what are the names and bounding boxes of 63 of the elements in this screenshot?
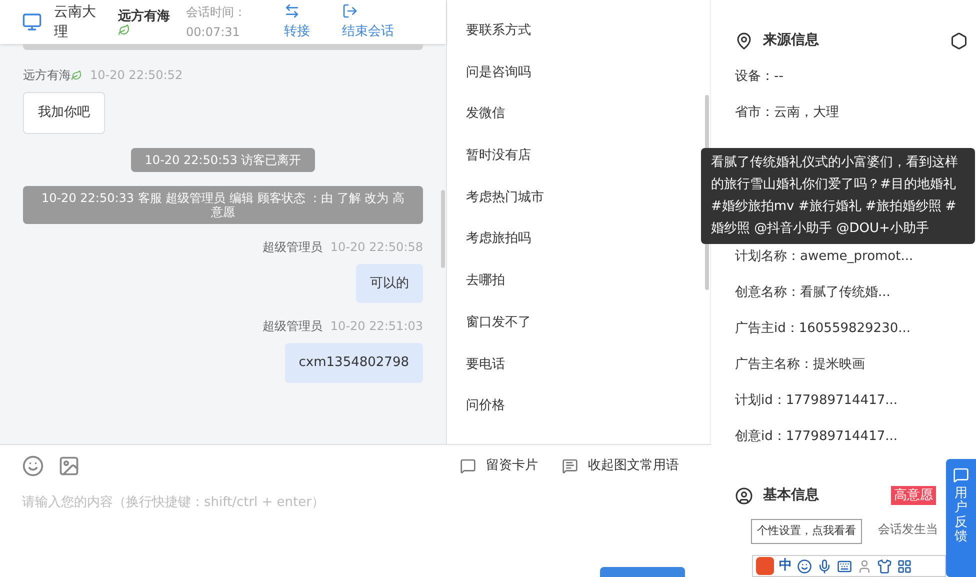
info-row-text: 设备：--	[735, 68, 784, 86]
info-row-text: 省市：云南，大理	[735, 104, 840, 122]
comment-text-icon	[562, 458, 578, 474]
info-row-text: 创意id：177989714417...	[735, 428, 899, 446]
visitor-location: 云南大理	[54, 3, 97, 42]
feedback-button[interactable]: 用户反馈	[946, 459, 976, 577]
tooltip: 看腻了传统婚礼仪式的小富婆们，看到这样的旅行雪山婚礼你们爱了吗？#目的地婚礼 #婚纱旅拍mv #旅行婚礼 #旅拍婚纱照 #婚纱照 @抖音小助手 @DOU+小助手	[701, 148, 975, 244]
keyboard-icon[interactable]	[837, 558, 852, 574]
quick-phrase[interactable]: 问价格	[466, 395, 710, 437]
system-notice: 10-20 22:50:33 客服 超级管理员 编辑 顾客状态 ：由 了解 改为 高意愿	[23, 186, 423, 224]
timer-value: 00:07:31	[186, 24, 241, 41]
user-circle-icon	[735, 486, 753, 504]
message-time: 10-20 22:50:52	[90, 67, 183, 84]
info-row-text: 广告主名称：提米映画	[735, 356, 866, 374]
emoji-icon[interactable]	[22, 455, 44, 477]
monitor-icon	[22, 12, 42, 32]
hexagon-icon[interactable]	[950, 32, 968, 50]
message-bubble: 我加你吧	[23, 92, 105, 134]
info-row-text: 广告主id：160559829230...	[735, 320, 912, 338]
visitor-name: 远方有海	[118, 8, 174, 36]
grid-icon[interactable]	[897, 558, 912, 574]
swap-icon	[284, 3, 300, 19]
quick-phrase[interactable]: 去哪拍	[466, 270, 710, 312]
location-pin-icon	[735, 32, 753, 50]
message-input[interactable]: 请输入您的内容（换行快捷键：shift/ctrl + enter）	[22, 493, 689, 512]
message-time: 10-20 22:50:58	[330, 238, 423, 256]
exit-icon	[342, 3, 358, 19]
section-title: 基本信息	[763, 486, 820, 505]
quick-phrase[interactable]: 要电话	[466, 354, 710, 396]
image-icon[interactable]	[58, 455, 80, 477]
s-logo-icon[interactable]	[756, 557, 774, 575]
info-row-text: 创意名称：看腻了传统婚...	[735, 284, 892, 302]
smiley-icon[interactable]	[797, 558, 812, 574]
microphone-icon[interactable]	[817, 558, 832, 574]
info-row-text: 计划名称：aweme_promot...	[735, 248, 914, 266]
quick-phrase[interactable]: 问是咨询吗	[466, 62, 710, 104]
leaf-icon	[71, 70, 82, 80]
sender-name: 超级管理员	[262, 318, 322, 335]
lead-card-button[interactable]: 留资卡片	[460, 456, 538, 476]
ime-tooltip: 个性设置，点我看看	[751, 519, 862, 544]
quick-phrase[interactable]: 窗口发不了	[466, 312, 710, 354]
ime-mode[interactable]: 中	[779, 556, 792, 576]
comment-icon	[953, 467, 969, 483]
info-row-text: 会话发生当	[878, 521, 938, 538]
comment-icon	[460, 458, 476, 474]
leaf-icon	[118, 24, 130, 36]
user-icon[interactable]	[857, 558, 872, 574]
sender-name: 远方有海	[23, 66, 82, 84]
transfer-button[interactable]: 转接	[284, 3, 310, 41]
section-title: 来源信息	[763, 31, 820, 50]
message-bubble: 可以的	[356, 264, 423, 303]
system-notice: 10-20 22:50:53 访客已离开	[130, 148, 316, 172]
quick-phrase[interactable]: 要联系方式	[466, 20, 710, 62]
phrases-toggle-button[interactable]: 收起图文常用语	[562, 456, 679, 476]
shirt-icon[interactable]	[877, 558, 892, 574]
end-session-button[interactable]: 结束会话	[342, 3, 394, 41]
timer-label: 会话时间：	[186, 4, 247, 21]
info-row-text: 计划id：177989714417...	[735, 392, 899, 410]
quick-phrase[interactable]: 发微信	[466, 103, 710, 146]
message-bubble: cxm1354802798	[284, 343, 423, 382]
message-time: 10-20 22:51:03	[330, 318, 423, 335]
status-tag: 高意愿	[891, 486, 936, 506]
sender-name: 超级管理员	[262, 238, 322, 256]
